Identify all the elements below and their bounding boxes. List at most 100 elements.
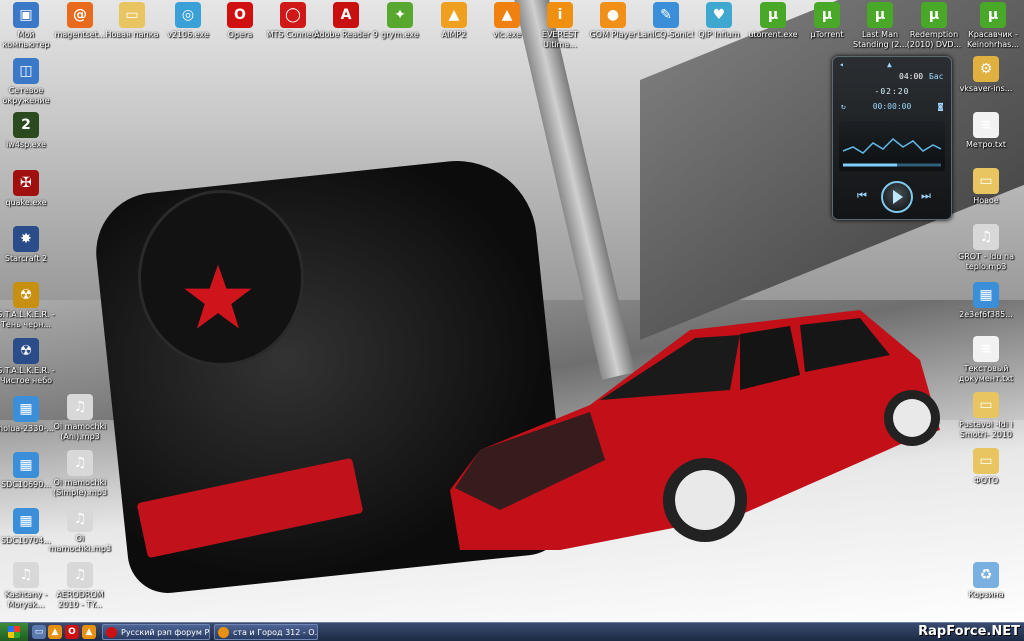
desktop-icon[interactable]: ▭ Новая папка [100,2,164,40]
folder-icon: ▭ [119,2,145,28]
aimp-logo-icon: ▲ [887,60,892,69]
opera-icon[interactable]: O [65,625,79,639]
desktop-icon-label: Starcraft 2 [4,254,48,263]
desktop-icon[interactable]: ♻ Корзина [954,562,1018,600]
start-button[interactable] [0,623,28,641]
taskbar-task-label: ста и Город 312 - О... [233,628,318,637]
play-button[interactable] [881,181,913,213]
mp3-file-icon: ♫ [67,450,93,476]
desktop-icon[interactable]: ◫ Сетевое окружение [0,58,58,106]
player-clock: 04:00 [899,72,924,81]
desktop-icon[interactable]: ▭ Pustavoi -Idi i Smotri- 2010 [954,392,1018,440]
desktop-icon-label: Oi mamochki (Ani).mp3 [53,422,107,441]
desktop-icon[interactable]: ≡ Метро.txt [954,112,1018,150]
stalker-icon: ☢ [13,282,39,308]
utorrent-icon: μ [921,2,947,28]
windows-flag-icon [8,626,20,638]
desktop-icon[interactable]: μ Красавчик - Keinohrhas... [961,2,1024,50]
desktop-icon-label: AERODROM 2010 - TY... [56,590,104,609]
desktop-icon[interactable]: ☢ S.T.A.L.K.E.R. - Тень черн... [0,282,58,330]
headphones-icon[interactable]: ◙ [938,102,943,111]
lanicq-icon: ✎ [653,2,679,28]
text-file-icon: ≡ [973,336,999,362]
grym-icon: ✦ [387,2,413,28]
opera-icon: O [227,2,253,28]
desktop[interactable]: ◂ ▲ 04:00 Бас -02:20 ↻ 00:00:00 ◙ ⏮ ⏭ ▣ М… [0,0,1024,622]
desktop-icon[interactable]: ✸ Starcraft 2 [0,226,58,264]
recycle-bin-icon: ♻ [973,562,999,588]
wallpaper-red-car [450,310,940,550]
desktop-icon-label: Redemption (2010) DVD... [906,30,962,49]
utorrent-icon: μ [814,2,840,28]
desktop-icon[interactable]: ♫ Oi mamochki.mp3 [48,506,112,554]
desktop-icon-label: 2e3ef6f385... [959,310,1013,319]
quake-icon: ✠ [13,170,39,196]
repeat-icon[interactable]: ↻ [841,102,846,111]
desktop-icon-label: Красавчик - Keinohrhas... [967,30,1019,49]
adobe-reader-icon: A [333,2,359,28]
text-file-icon: ≡ [973,112,999,138]
mp3-file-icon: ♫ [13,562,39,588]
player-equalizer[interactable] [839,121,945,171]
mp3-file-icon: ♫ [67,562,93,588]
utorrent-icon: μ [980,2,1006,28]
desktop-icon[interactable]: μ Redemption (2010) DVD... [902,2,966,50]
taskbar-task-button[interactable]: Русский рэп форум Р... [102,624,210,640]
aimp-player-widget[interactable]: ◂ ▲ 04:00 Бас -02:20 ↻ 00:00:00 ◙ ⏮ ⏭ [832,56,952,220]
desktop-icon[interactable]: ≡ Текстовый документ.txt [954,336,1018,384]
network-icon: ◫ [13,58,39,84]
installer-icon: ⚙ [973,56,999,82]
aimp-icon [218,627,229,638]
player-counter-value: 00:00:00 [872,102,912,111]
desktop-icon[interactable]: ⚙ vksaver-ins... [954,56,1018,94]
desktop-icon[interactable]: ▭ ФОТО [954,448,1018,486]
vlc-icon: ▲ [494,2,520,28]
aimp-icon[interactable]: ▲ [48,625,62,639]
everest-icon: i [547,2,573,28]
player-controls: ⏮ ⏭ [839,179,945,213]
previous-track-icon[interactable]: ⏮ [857,189,867,203]
opera-icon [106,627,117,638]
desktop-icon[interactable]: ▦ 2e3ef6f385... [954,282,1018,320]
desktop-icon[interactable]: ♫ Oi mamochki (Ani).mp3 [48,394,112,442]
desktop-icon-label: GROT - Idu na teplo.mp3 [958,252,1014,271]
taskbar-task-button[interactable]: ста и Город 312 - О... [214,624,318,640]
desktop-icon-label: S.T.A.L.K.E.R. - Чистое небо [0,366,55,385]
aimp-icon: ▲ [441,2,467,28]
taskbar: ▭ ▲ O ▲ Русский рэп форум Р... ста и Город 3… [0,622,1024,641]
desktop-icon-label: Oi mamochki (Simple).mp3 [52,478,108,497]
desktop-icon[interactable]: ▭ Новое [954,168,1018,206]
desktop-icon-label: Сетевое окружение [2,86,50,105]
desktop-icon-label: Новое [973,196,999,205]
player-menu-icon[interactable]: ◂ [839,60,844,69]
player-top-bar: ◂ ▲ 04:00 Бас [839,60,945,81]
desktop-icon-label: quake.exe [5,198,47,207]
desktop-icon-label: vksaver-ins... [959,84,1013,93]
desktop-icon-label: Корзина [968,590,1004,599]
desktop-icon[interactable]: ♫ Oi mamochki (Simple).mp3 [48,450,112,498]
desktop-icon-label: S.T.A.L.K.E.R. - Тень черн... [0,310,55,329]
player-elapsed-time: -02:20 [874,87,910,96]
desktop-icon-label: Pustavoi -Idi i Smotri- 2010 [959,420,1013,439]
folder-icon: ▭ [973,168,999,194]
stalker-icon: ☢ [13,338,39,364]
aimp-icon[interactable]: ▲ [82,625,96,639]
desktop-icon[interactable]: ♫ GROT - Idu na teplo.mp3 [954,224,1018,272]
show-desktop-icon[interactable]: ▭ [32,625,46,639]
watermark: RapForce.NET [918,624,1020,639]
desktop-icon[interactable]: 2 iw4sp.exe [0,112,58,150]
folder-icon: ▭ [973,392,999,418]
qip-icon: ♥ [706,2,732,28]
my-computer-icon: ▣ [13,2,39,28]
magent-icon: @ [67,2,93,28]
next-track-icon[interactable]: ⏭ [921,189,931,203]
wallpaper-red-star [184,264,252,329]
equalizer-graph [842,137,942,167]
folder-icon: ▭ [973,448,999,474]
desktop-icon[interactable]: ♫ AERODROM 2010 - TY... [48,562,112,610]
desktop-icon[interactable]: ✠ quake.exe [0,170,58,208]
desktop-icon[interactable]: ☢ S.T.A.L.K.E.R. - Чистое небо [0,338,58,386]
disc-icon: ◎ [175,2,201,28]
mp3-file-icon: ♫ [67,394,93,420]
desktop-icon-label: Текстовый документ.txt [958,364,1014,383]
